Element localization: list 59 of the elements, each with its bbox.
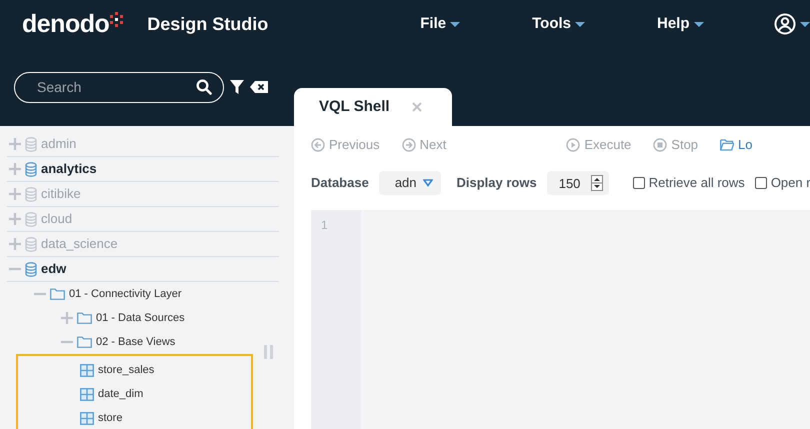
expand-icon[interactable] xyxy=(61,312,73,324)
tree-item[interactable]: store xyxy=(18,406,251,429)
tree-label: 01 - Connectivity Layer xyxy=(69,286,182,302)
expand-icon[interactable] xyxy=(9,238,21,250)
search-icon[interactable] xyxy=(196,78,212,94)
menu-button[interactable]: Tools xyxy=(532,12,585,36)
tree-label: store_sales xyxy=(98,362,154,378)
close-icon[interactable] xyxy=(412,102,422,112)
folder-icon xyxy=(77,312,92,324)
tree-item[interactable]: 01 - Data Sources xyxy=(7,306,294,330)
app-title: Design Studio xyxy=(147,12,268,36)
database-select[interactable]: adn xyxy=(378,171,441,195)
search-field[interactable]: Search xyxy=(14,72,224,102)
tree-item[interactable]: edw xyxy=(7,257,279,282)
tree-label: edw xyxy=(41,260,66,278)
tree-item[interactable]: analytics xyxy=(7,157,279,182)
tab[interactable]: VQL Shell xyxy=(294,88,452,126)
expand-icon[interactable] xyxy=(9,163,21,175)
folder-icon xyxy=(77,336,92,348)
tree-item[interactable]: 01 - Connectivity Layer xyxy=(7,282,294,306)
menu-button[interactable]: Help xyxy=(657,12,704,36)
stop-icon xyxy=(653,138,668,152)
caret-icon xyxy=(422,179,433,187)
folder-icon xyxy=(50,288,65,300)
table-icon xyxy=(80,388,94,400)
tree-label: cloud xyxy=(41,210,72,228)
tree-label: 01 - Data Sources xyxy=(96,310,185,326)
tree-label: date_dim xyxy=(98,386,144,402)
field-label: Database xyxy=(311,174,369,192)
filter-icon[interactable] xyxy=(230,80,244,94)
expand-icon[interactable] xyxy=(9,188,21,200)
expand-icon[interactable] xyxy=(9,213,21,225)
expand-icon[interactable] xyxy=(9,138,21,150)
tree-label: store xyxy=(98,410,122,426)
play-icon xyxy=(566,138,580,152)
tree-label: citibike xyxy=(41,185,81,204)
tree-item[interactable]: 02 - Base Views xyxy=(7,330,294,354)
logo-dots-icon xyxy=(109,12,126,28)
user-icon xyxy=(774,13,796,35)
folder-icon xyxy=(720,138,734,152)
spinner-arrows-icon[interactable] xyxy=(590,175,603,191)
tree-item[interactable]: store_sales xyxy=(18,358,251,382)
line-number: 1 xyxy=(321,217,329,234)
splitter-handle-icon[interactable] xyxy=(264,345,273,359)
tree-label: 02 - Base Views xyxy=(96,334,176,350)
tree-label: admin xyxy=(41,135,76,154)
user-menu-button[interactable] xyxy=(774,13,810,35)
tree-item[interactable]: date_dim xyxy=(18,382,251,406)
tree-label: analytics xyxy=(41,160,97,178)
clear-icon[interactable] xyxy=(250,81,268,93)
table-icon xyxy=(80,364,94,376)
checkbox[interactable]: Open r xyxy=(754,173,810,193)
toolbar-button[interactable]: Lo xyxy=(720,135,753,155)
field-label: Display rows xyxy=(456,174,537,192)
menu-button[interactable]: File xyxy=(420,12,460,36)
tree-label: data_science xyxy=(41,235,118,254)
table-icon xyxy=(80,412,94,424)
logo-text: denodo xyxy=(22,12,110,36)
checkbox[interactable]: Retrieve all rows xyxy=(632,173,745,193)
